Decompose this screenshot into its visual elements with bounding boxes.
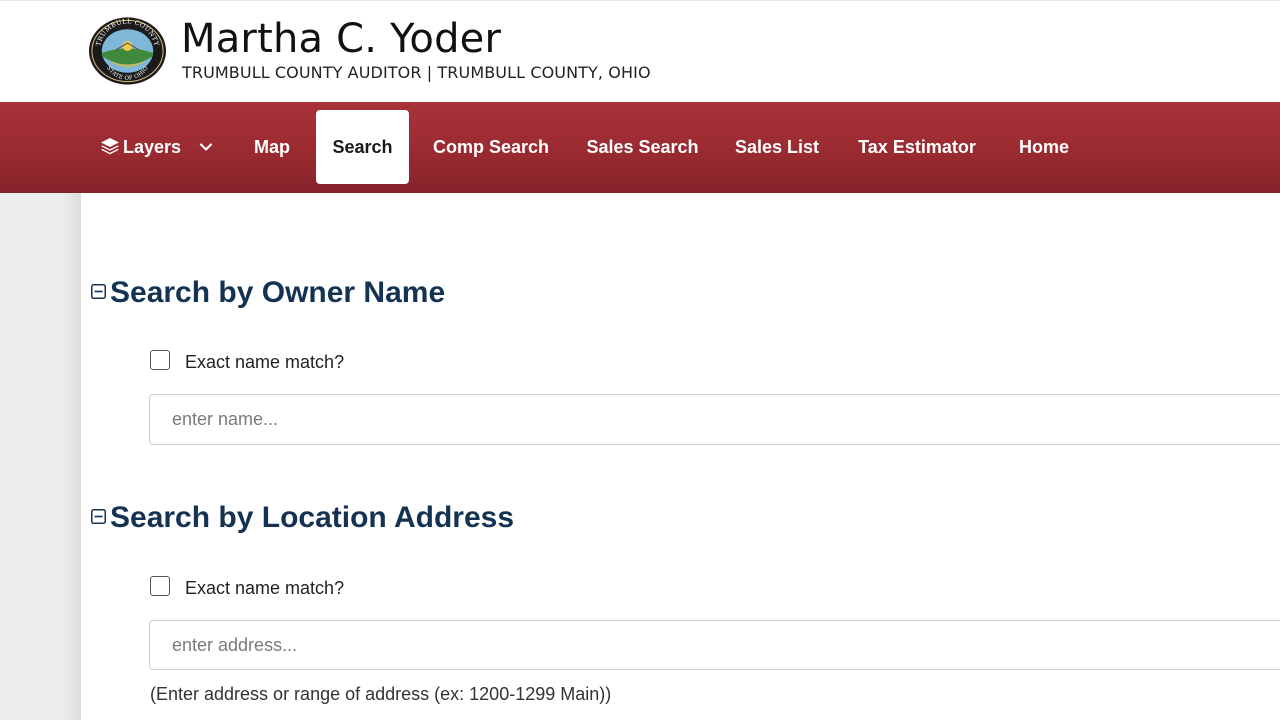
- county-seal-logo: TRUMBULL COUNTY STATE OF OHIO: [88, 17, 167, 85]
- nav-sales-list[interactable]: Sales List: [728, 110, 826, 184]
- nav-comp-search[interactable]: Comp Search: [424, 110, 558, 184]
- layers-icon: [101, 138, 119, 155]
- auditor-subtitle: TRUMBULL COUNTY AUDITOR | TRUMBULL COUNT…: [182, 63, 651, 82]
- address-exact-match-label: Exact name match?: [185, 578, 345, 598]
- address-help-text: (Enter address or range of address (ex: …: [150, 684, 612, 704]
- address-input[interactable]: [149, 620, 1280, 670]
- collapse-address-section-icon[interactable]: [91, 509, 106, 524]
- left-gutter: [0, 193, 81, 720]
- owner-name-input[interactable]: [149, 394, 1280, 445]
- nav-sales-search[interactable]: Sales Search: [580, 110, 705, 184]
- owner-exact-match-checkbox[interactable]: [150, 350, 170, 370]
- owner-exact-match-label: Exact name match?: [185, 352, 345, 372]
- nav-search[interactable]: Search: [316, 110, 409, 184]
- address-section-title: Search by Location Address: [110, 501, 515, 534]
- nav-home[interactable]: Home: [1008, 110, 1080, 184]
- owner-section-title: Search by Owner Name: [110, 276, 446, 309]
- nav-tax-estimator[interactable]: Tax Estimator: [848, 110, 986, 184]
- site-header: TRUMBULL COUNTY STATE OF OHIO Martha C. …: [0, 0, 1280, 102]
- nav-layers-label: Layers: [123, 137, 182, 157]
- address-exact-match-checkbox[interactable]: [150, 576, 170, 596]
- nav-layers-dropdown[interactable]: Layers: [100, 110, 216, 184]
- collapse-owner-section-icon[interactable]: [91, 284, 106, 299]
- chevron-down-icon: [199, 143, 213, 151]
- main-navbar: Layers Map Search Comp Search Sales Sear…: [0, 102, 1280, 193]
- auditor-name: Martha C. Yoder: [181, 16, 502, 62]
- nav-map[interactable]: Map: [244, 110, 300, 184]
